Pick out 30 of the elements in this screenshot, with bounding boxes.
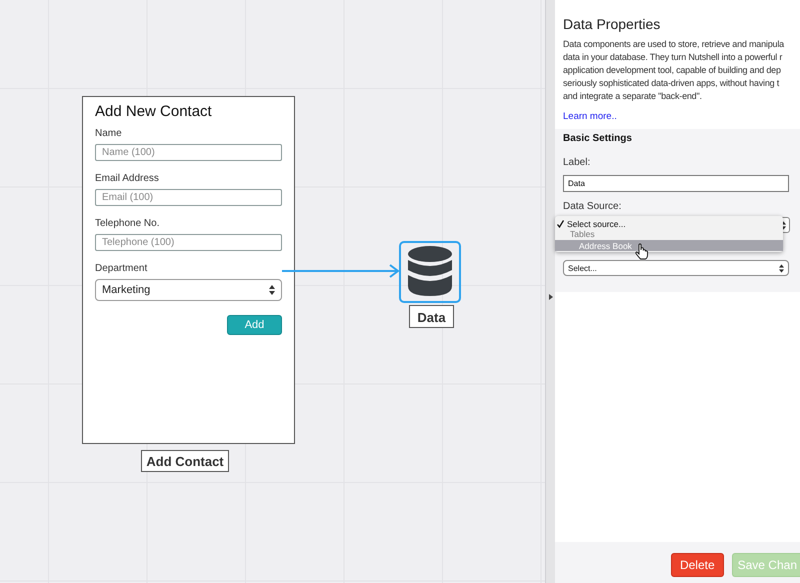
expand-icon[interactable] — [548, 294, 552, 300]
field-label: Telephone No. — [95, 218, 160, 229]
label-input[interactable]: Data — [563, 175, 789, 192]
field-label: Name — [95, 128, 123, 139]
learn-more-link[interactable]: Learn more.. — [563, 111, 617, 122]
database-icon — [406, 246, 454, 298]
description-text: Data components are used to store, retrieve and manipula data in your database. They turn Nutshell into a powerful r application development tool, capable of building and dep seriously sophisticated data-driven apps, without having t and integrate a separate "back-end". — [563, 38, 786, 103]
updown-icon — [781, 220, 786, 230]
input-field[interactable]: Email (100) — [95, 189, 282, 206]
panel-title: Data Properties — [563, 16, 662, 32]
menu-option[interactable]: Select source... — [555, 218, 783, 229]
form-card[interactable]: Add New Contact Name Name (100) Email Address Email (100) Telephone No. Telephone (100) Department Marketing Add — [82, 96, 295, 444]
select-field[interactable]: Select... — [563, 260, 789, 276]
section-heading: Basic Settings — [563, 133, 633, 144]
field-label: Label: — [563, 157, 592, 168]
field-label: Data Source: — [563, 201, 622, 212]
input-field[interactable]: Name (100) — [95, 144, 282, 161]
department-select[interactable]: Marketing — [95, 279, 282, 301]
form-title: Add New Contact — [95, 103, 213, 120]
menu-group-label: Tables — [569, 229, 596, 240]
updown-icon — [779, 264, 784, 272]
action-button[interactable]: Delete — [670, 552, 724, 576]
field-label: Department — [95, 263, 148, 274]
field-label: Email Address — [95, 173, 160, 184]
node-caption: Data — [409, 305, 454, 328]
data-node[interactable] — [399, 241, 461, 303]
updown-icon — [269, 285, 275, 295]
hand-cursor-icon — [635, 243, 649, 260]
input-field[interactable]: Telephone (100) — [95, 234, 282, 251]
node-caption: Add Contact — [141, 450, 229, 472]
